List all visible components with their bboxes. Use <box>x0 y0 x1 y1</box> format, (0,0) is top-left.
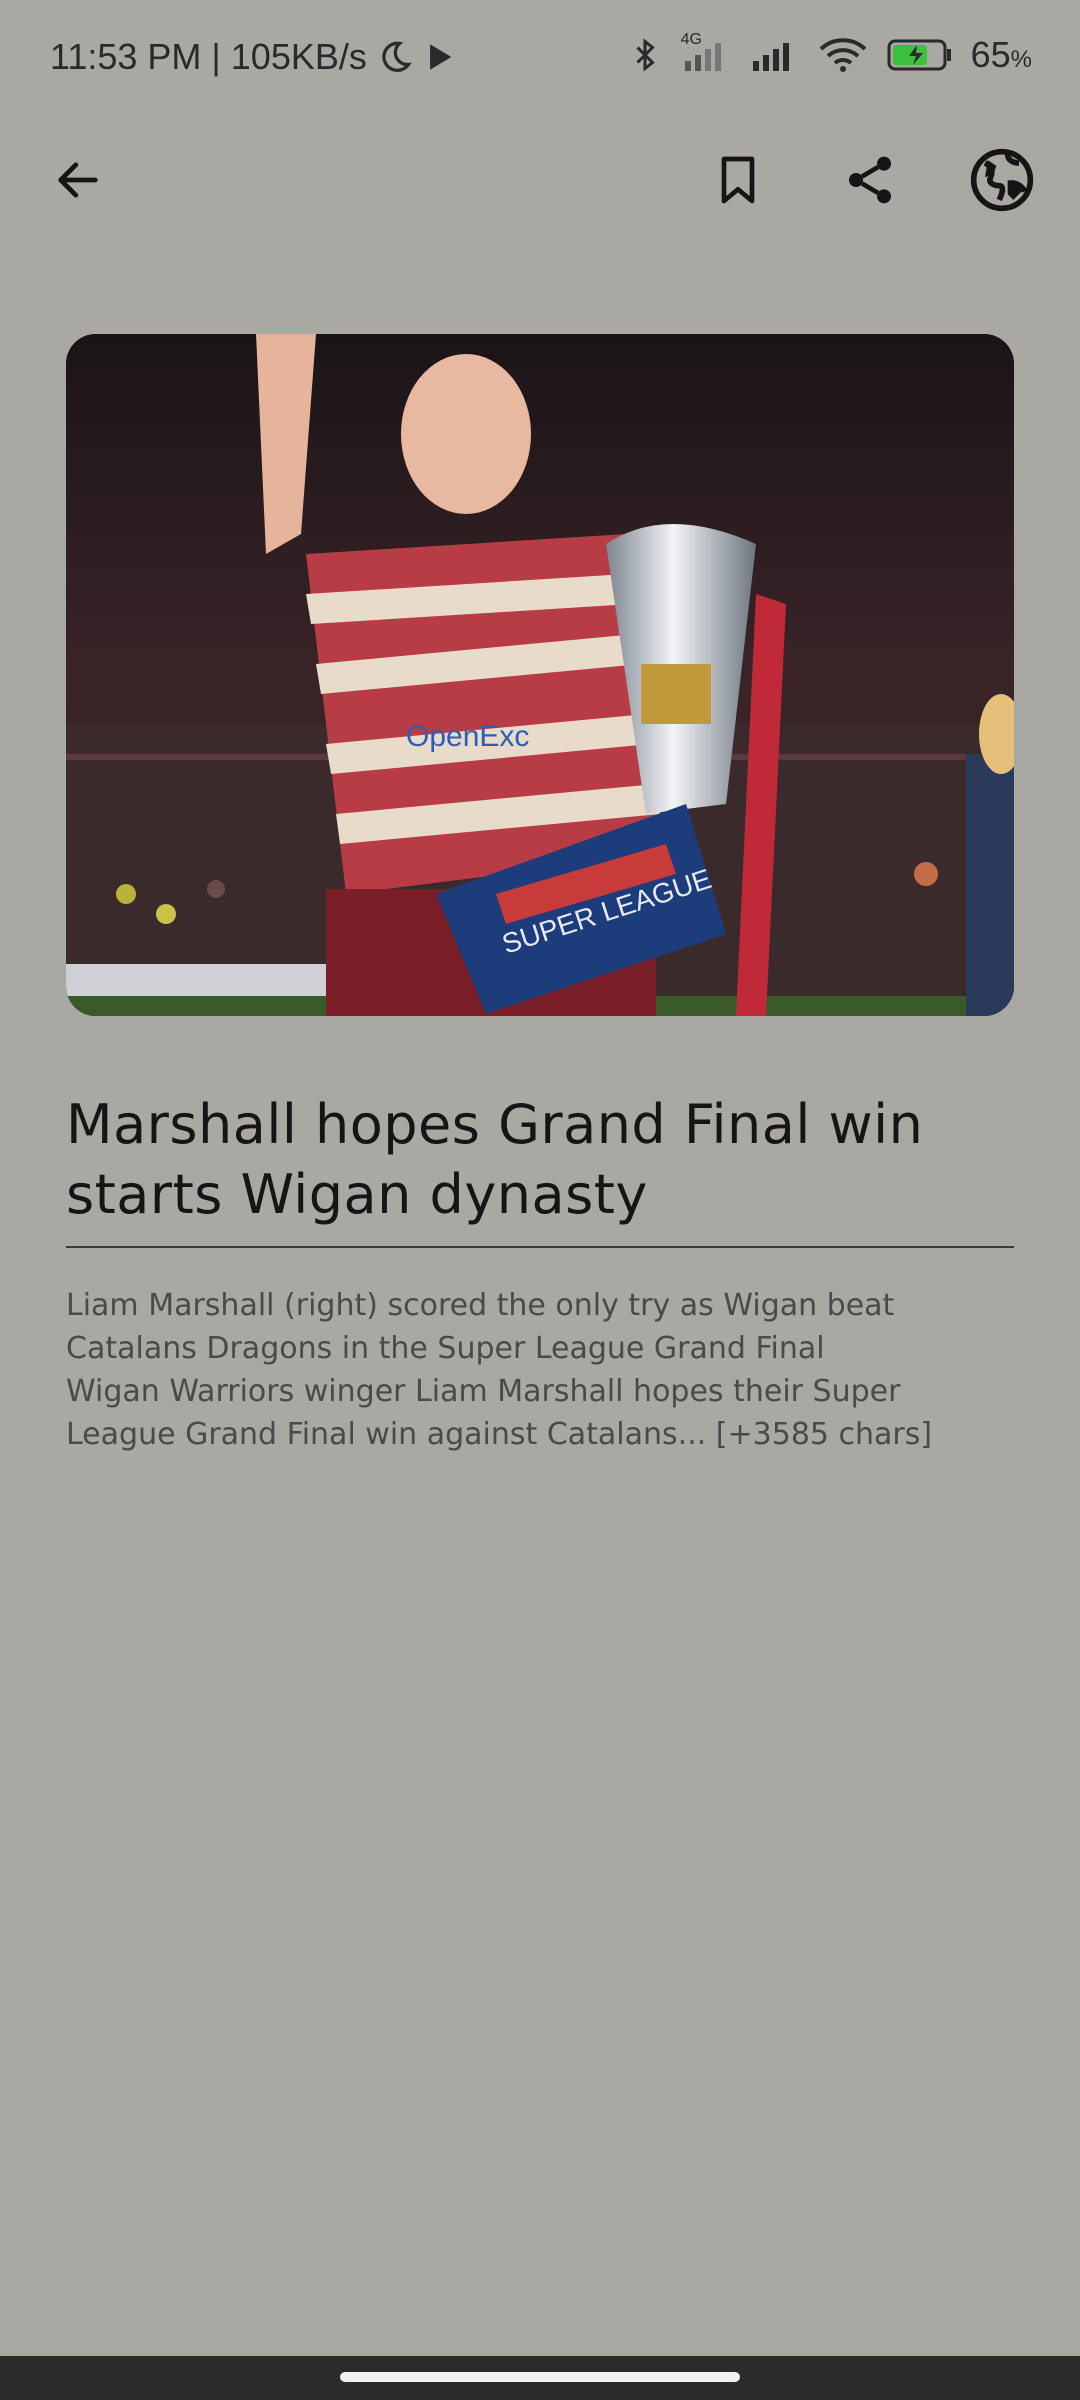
share-icon <box>849 156 891 204</box>
article-photo: OpenExc SUPER LEAGUE <box>66 334 1014 1016</box>
open-browser-button[interactable] <box>962 140 1042 220</box>
arrow-left-icon <box>58 162 98 198</box>
svg-text:OpenExc: OpenExc <box>406 720 529 753</box>
wifi-icon <box>819 38 866 72</box>
status-right: 4G 65% <box>627 31 1032 76</box>
signal-4g: 4G <box>681 31 731 73</box>
toolbar <box>0 130 1080 230</box>
share-button[interactable] <box>830 140 910 220</box>
moon-icon <box>382 41 412 72</box>
divider <box>66 1246 1014 1248</box>
globe-icon <box>970 148 1034 212</box>
back-button[interactable] <box>38 140 118 220</box>
network-label: 4G <box>680 31 702 48</box>
battery-unit: % <box>1010 46 1032 73</box>
status-left: 11:53 PM | 105KB/s <box>50 36 457 78</box>
article-title: Marshall hopes Grand Final win starts Wi… <box>66 1093 924 1226</box>
battery-percent: 65 <box>970 34 1011 75</box>
bluetooth-icon <box>636 38 655 72</box>
bookmark-button[interactable] <box>698 140 778 220</box>
article-image: OpenExc SUPER LEAGUE <box>66 334 1014 1016</box>
battery-text: 65% <box>971 34 1032 76</box>
play-icon <box>429 44 452 70</box>
status-bar: 11:53 PM | 105KB/s 4G 65% <box>0 0 1080 120</box>
bookmark-icon <box>721 156 755 204</box>
system-nav-bar <box>0 2356 1080 2400</box>
home-gesture-bar[interactable] <box>340 2372 740 2382</box>
cell-signal-2-icon <box>752 43 789 71</box>
battery-icon <box>887 39 951 71</box>
status-time: 11:53 PM | 105KB/s <box>50 36 367 77</box>
article-summary: Liam Marshall (right) scored the only tr… <box>66 1288 933 1452</box>
